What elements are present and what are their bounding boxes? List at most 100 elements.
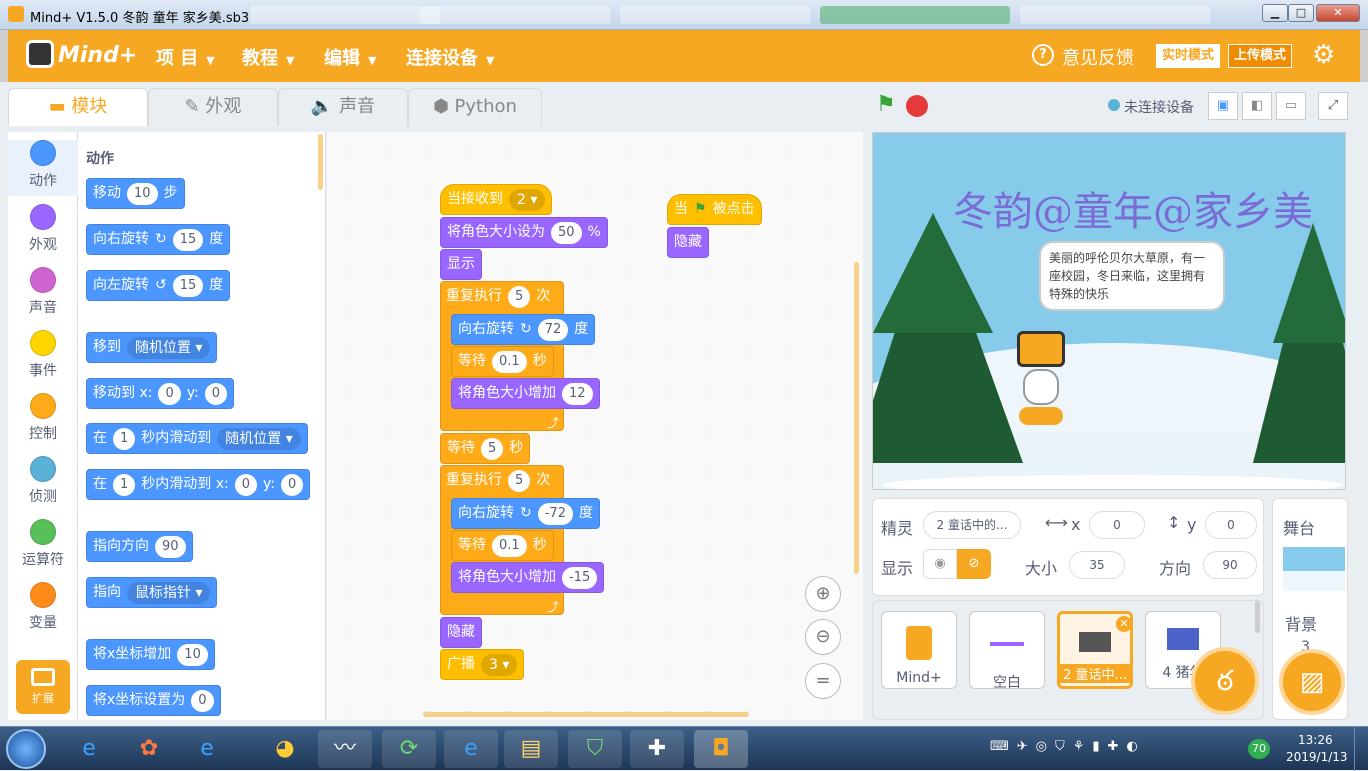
block-input[interactable]: 0: [234, 473, 258, 496]
block-dropdown[interactable]: 鼠标指针 ▾: [127, 581, 211, 604]
category-sensing[interactable]: 侦测: [8, 456, 78, 506]
taskbar-paint-icon[interactable]: ◕: [258, 730, 312, 768]
palette-block-set-x[interactable]: 将x坐标设置为 0: [86, 685, 221, 716]
category-control[interactable]: 控制: [8, 393, 78, 443]
change-size-block-2[interactable]: 将角色大小增加 -15: [451, 562, 605, 593]
taskbar-ie-icon[interactable]: e: [62, 730, 116, 768]
large-stage-button[interactable]: ▭: [1276, 92, 1306, 120]
close-button[interactable]: ✕: [1316, 4, 1360, 22]
direction-field[interactable]: 90: [1203, 551, 1257, 579]
repeat-header-1[interactable]: 重复执行 5 次: [440, 281, 556, 312]
category-motion[interactable]: 动作: [8, 140, 78, 196]
zoom-in-button[interactable]: ⊕: [805, 576, 841, 612]
palette-block-glide-xy[interactable]: 在 1 秒内滑动到 x: 0 y: 0: [86, 469, 311, 500]
block-input[interactable]: 0: [204, 382, 227, 405]
palette-block-goto-xy[interactable]: 移动到 x: 0 y: 0: [86, 378, 234, 409]
palette-block-goto[interactable]: 移到 随机位置 ▾: [86, 332, 218, 363]
taskbar-bird-icon[interactable]: 〰: [318, 730, 372, 768]
workspace-hscrollbar[interactable]: [423, 712, 749, 717]
turn-right-block-2[interactable]: 向右旋转 ↻ -72 度: [451, 498, 600, 529]
block-input[interactable]: 1: [113, 473, 136, 496]
start-button[interactable]: [6, 729, 46, 769]
block-dropdown[interactable]: 随机位置 ▾: [217, 427, 301, 450]
broadcast-block[interactable]: 广播 3 ▾: [440, 649, 525, 680]
block-input[interactable]: 72: [537, 318, 569, 341]
sprite-tile-selected[interactable]: 2 童话中... ✕: [1057, 611, 1133, 689]
change-size-block-1[interactable]: 将角色大小增加 12: [451, 378, 600, 409]
block-input[interactable]: 5: [481, 437, 504, 460]
palette-scrollbar[interactable]: [318, 134, 323, 190]
block-input[interactable]: 90: [155, 535, 186, 558]
stage-canvas[interactable]: 冬韵@童年@家乡美 美丽的呼伦贝尔大草原，有一座校园，冬日来临，这里拥有特殊的快…: [872, 132, 1346, 490]
block-input[interactable]: -15: [562, 566, 598, 589]
stage-pane[interactable]: 舞台 背景 3 ▨: [1272, 498, 1348, 720]
when-flag-clicked-hat-block[interactable]: 当 ⚑ 被点击: [667, 194, 762, 225]
add-backdrop-button[interactable]: ▨: [1279, 649, 1345, 715]
show-hidden-button[interactable]: ⊘: [957, 549, 991, 579]
size-field[interactable]: 35: [1069, 551, 1125, 579]
palette-block-glide-random[interactable]: 在 1 秒内滑动到 随机位置 ▾: [86, 423, 308, 454]
show-visible-button[interactable]: ◉: [923, 549, 957, 579]
hide-block[interactable]: 隐藏: [440, 617, 482, 648]
block-dropdown[interactable]: 随机位置 ▾: [127, 336, 211, 359]
workspace-vscrollbar[interactable]: [854, 262, 859, 574]
show-desktop-button[interactable]: [1354, 727, 1368, 771]
menu-project[interactable]: 项 目 ▼: [156, 44, 215, 70]
green-flag-button[interactable]: ⚑: [876, 94, 896, 116]
hide-block-2[interactable]: 隐藏: [667, 227, 709, 258]
wait-block-2[interactable]: 等待 5 秒: [440, 433, 531, 464]
block-dropdown[interactable]: 3 ▾: [481, 653, 518, 676]
taskbar-folder-icon[interactable]: ▤: [504, 730, 558, 768]
palette-block-move[interactable]: 移动 10 步: [86, 178, 185, 209]
tab-blocks[interactable]: ▬ 模块: [8, 88, 148, 126]
tab-costumes[interactable]: ✎ 外观: [148, 88, 278, 126]
taskbar-shield-icon[interactable]: ⛉: [568, 730, 622, 768]
delete-sprite-icon[interactable]: ✕: [1116, 616, 1132, 632]
zoom-reset-button[interactable]: =: [805, 663, 841, 699]
normal-stage-button[interactable]: ◧: [1242, 92, 1272, 120]
category-looks[interactable]: 外观: [8, 204, 78, 254]
taskbar-app-icon[interactable]: ✿: [122, 730, 176, 768]
zoom-out-button[interactable]: ⊖: [805, 619, 841, 655]
add-sprite-button[interactable]: ఠ: [1191, 647, 1259, 715]
menu-connect[interactable]: 连接设备 ▼: [406, 44, 494, 70]
category-events[interactable]: 事件: [8, 330, 78, 380]
block-input[interactable]: 1: [113, 427, 136, 450]
block-input[interactable]: -72: [537, 502, 573, 525]
sprite-name-field[interactable]: 2 童话中的...: [923, 511, 1021, 539]
block-input[interactable]: 5: [508, 469, 531, 492]
block-input[interactable]: 50: [551, 221, 582, 244]
minimize-button[interactable]: ▁: [1262, 4, 1288, 22]
stop-button[interactable]: [906, 95, 928, 117]
tray-badge[interactable]: 70: [1248, 739, 1270, 759]
menu-tutorial[interactable]: 教程 ▼: [242, 44, 294, 70]
block-input[interactable]: 0.1: [492, 534, 527, 557]
mode-upload-button[interactable]: 上传模式: [1228, 44, 1293, 68]
gear-icon[interactable]: ⚙: [1312, 42, 1335, 68]
set-size-block[interactable]: 将角色大小设为 50%: [440, 217, 608, 248]
block-input[interactable]: 5: [508, 285, 531, 308]
sprite-tile[interactable]: 空白: [969, 611, 1045, 691]
tab-python[interactable]: ⬢ Python: [408, 88, 542, 126]
wait-block-1[interactable]: 等待 0.1 秒: [451, 346, 554, 377]
mode-live-button[interactable]: 实时模式: [1156, 44, 1221, 68]
when-receive-hat-block[interactable]: 当接收到 2 ▾: [440, 184, 553, 215]
show-block[interactable]: 显示: [440, 249, 482, 280]
small-stage-button[interactable]: ▣: [1208, 92, 1238, 120]
taskbar-mindplus-icon[interactable]: ◘: [694, 730, 748, 768]
block-dropdown[interactable]: 2 ▾: [509, 188, 546, 211]
turn-right-block-1[interactable]: 向右旋转 ↻ 72 度: [451, 314, 596, 345]
block-input[interactable]: 0.1: [492, 350, 527, 373]
taskbar-ie2-icon[interactable]: e: [180, 730, 234, 768]
block-input[interactable]: 0: [158, 382, 181, 405]
y-field[interactable]: 0: [1205, 511, 1257, 539]
block-input[interactable]: 12: [562, 382, 593, 405]
fullscreen-button[interactable]: ⤢: [1318, 92, 1348, 120]
feedback-icon[interactable]: ?: [1032, 44, 1054, 66]
repeat-header-2[interactable]: 重复执行 5 次: [440, 465, 556, 496]
sprite-tile[interactable]: Mind+: [881, 611, 957, 689]
block-input[interactable]: 0: [191, 689, 214, 712]
taskbar-medkit-icon[interactable]: ✚: [630, 730, 684, 768]
script-workspace[interactable]: 当接收到 2 ▾ 将角色大小设为 50% 显示 重复执行 5 次 向右旋转 ↻ 72 度 等待…: [327, 132, 863, 720]
palette-block-turn-right[interactable]: 向右旋转 ↻ 15 度: [86, 224, 231, 255]
